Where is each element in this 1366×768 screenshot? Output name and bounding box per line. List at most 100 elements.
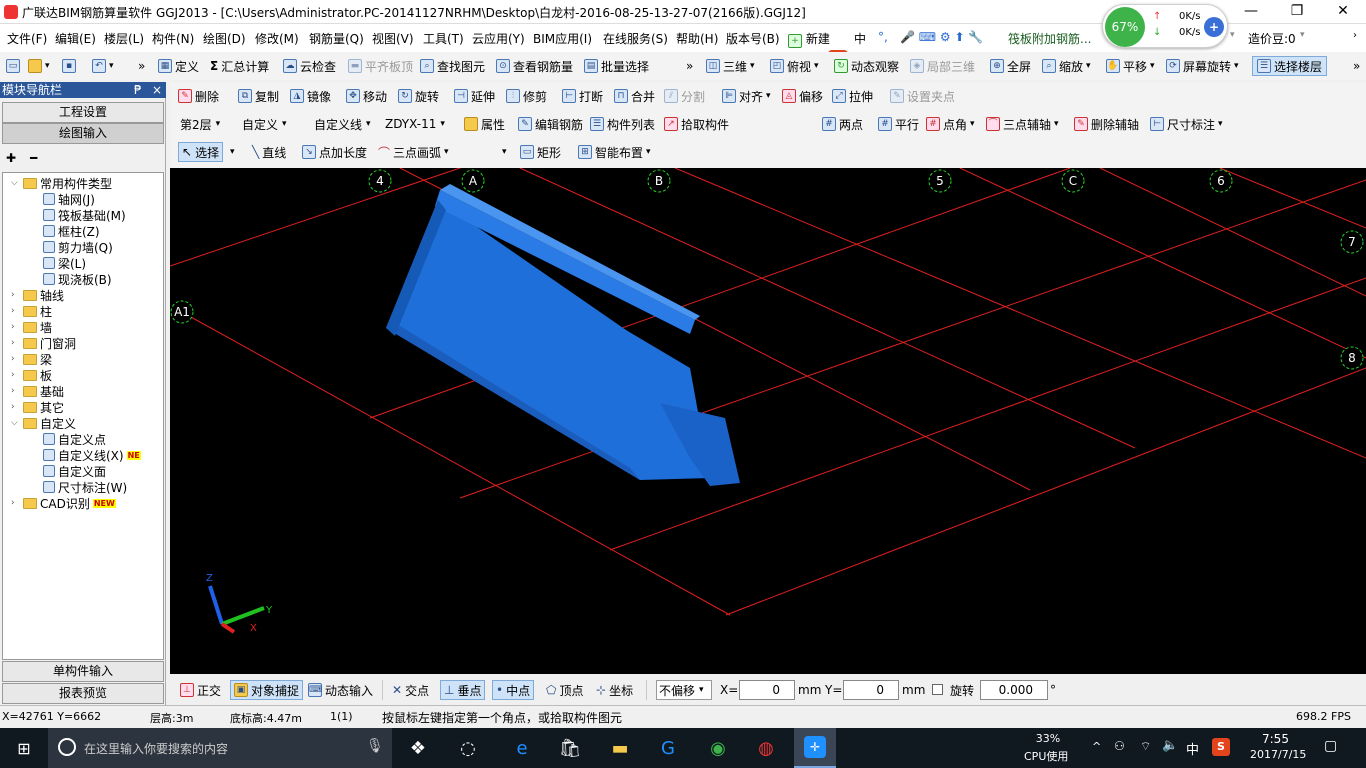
- tree-node[interactable]: 轴网(J): [43, 191, 95, 207]
- open-file-icon[interactable]: ▾: [28, 56, 50, 76]
- three-point-arc-button[interactable]: ⌒ 三点画弧 ▾: [378, 142, 449, 162]
- expand-toggle-icon[interactable]: ›: [11, 354, 20, 364]
- pan-button[interactable]: ✋ 平移 ▾: [1106, 56, 1155, 76]
- ortho-button[interactable]: ⊥ 正交: [180, 680, 221, 700]
- menu-floor[interactable]: 楼层(L): [104, 30, 144, 47]
- promo-link[interactable]: 筏板附加钢筋...: [1008, 30, 1091, 47]
- find-element-button[interactable]: ⌕ 查找图元: [420, 56, 485, 76]
- element-select[interactable]: ZDYX-11: [385, 114, 445, 134]
- coordinate-snap-button[interactable]: ⊹ 坐标: [596, 680, 633, 700]
- tree-node[interactable]: › 板: [11, 367, 52, 383]
- edge-browser-icon[interactable]: e: [506, 734, 538, 762]
- fullscreen-button[interactable]: ⊕ 全屏: [990, 56, 1031, 76]
- trim-button[interactable]: ⫶ 修剪: [506, 86, 547, 106]
- cloud-check-button[interactable]: ☁ 云检查: [283, 56, 336, 76]
- undo-icon[interactable]: ↶ ▾: [92, 56, 114, 76]
- ime-lang[interactable]: 中: [854, 30, 866, 47]
- menu-component[interactable]: 构件(N): [152, 30, 194, 47]
- set-grip-button[interactable]: ✎ 设置夹点: [890, 86, 955, 106]
- tree-node[interactable]: › 梁: [11, 351, 52, 367]
- microphone-icon[interactable]: 🎙: [366, 738, 384, 754]
- windows-start-icon[interactable]: ⊞: [8, 734, 40, 762]
- people-icon[interactable]: ⚇: [1114, 739, 1125, 753]
- midpoint-snap-button[interactable]: • 中点: [492, 680, 535, 700]
- menu-tools[interactable]: 工具(T): [423, 30, 464, 47]
- align-button[interactable]: ⊫ 对齐 ▾: [722, 86, 771, 106]
- tree-node[interactable]: 剪力墙(Q): [43, 239, 113, 255]
- two-point-axis-button[interactable]: # 两点: [822, 114, 863, 134]
- pick-component-button[interactable]: ↗ 拾取构件: [664, 114, 729, 134]
- batch-select-button[interactable]: ▤ 批量选择: [584, 56, 649, 76]
- tree-node[interactable]: › 轴线: [11, 287, 64, 303]
- object-snap-button[interactable]: ▣ 对象捕捉: [230, 680, 304, 700]
- ime-punct[interactable]: °,: [878, 30, 888, 44]
- expand-toggle-icon[interactable]: ›: [11, 290, 20, 300]
- delete-button[interactable]: ✎ 删除: [178, 86, 219, 106]
- select-floor-button[interactable]: ☰ 选择楼层: [1252, 56, 1328, 76]
- report-preview-button[interactable]: 报表预览: [2, 683, 164, 704]
- tree-node[interactable]: › 其它: [11, 399, 64, 415]
- copy-button[interactable]: ⧉ 复制: [238, 86, 279, 106]
- offset-mode-select[interactable]: 不偏移: [656, 680, 712, 700]
- tray-chevron-icon[interactable]: ^: [1092, 740, 1101, 753]
- properties-button[interactable]: 属性: [464, 114, 505, 134]
- expand-toggle-icon[interactable]: ›: [11, 306, 20, 316]
- volume-icon[interactable]: 🔈: [1162, 738, 1178, 753]
- delete-aux-axis-button[interactable]: ✎ 删除辅轴: [1074, 114, 1139, 134]
- expand-all-icon[interactable]: ✚: [6, 151, 16, 165]
- parallel-axis-button[interactable]: # 平行: [878, 114, 919, 134]
- tree-node[interactable]: › 基础: [11, 383, 64, 399]
- three-point-axis-button[interactable]: ⌒ 三点辅轴 ▾: [986, 114, 1059, 134]
- mirror-button[interactable]: ◮ 镜像: [290, 86, 331, 106]
- dropdown-arrow-icon[interactable]: ▾: [1230, 30, 1235, 40]
- menu-cloud[interactable]: 云应用(Y): [472, 30, 525, 47]
- split-button[interactable]: ⫽ 分割: [664, 86, 705, 106]
- menu-new[interactable]: + 新建: [788, 30, 830, 48]
- define-button[interactable]: ▦ 定义: [158, 56, 199, 76]
- expand-toggle-icon[interactable]: ›: [11, 322, 20, 332]
- floor-select[interactable]: 第2层: [180, 114, 220, 134]
- rotate-button[interactable]: ↻ 旋转: [398, 86, 439, 106]
- collapse-all-icon[interactable]: ━: [30, 151, 37, 165]
- rotate-checkbox[interactable]: [932, 684, 943, 695]
- close-button[interactable]: ✕: [1320, 0, 1366, 24]
- expand-toggle-icon[interactable]: ›: [11, 338, 20, 348]
- tree-node[interactable]: 现浇板(B): [43, 271, 112, 287]
- tree-node[interactable]: › 墙: [11, 319, 52, 335]
- tree-node[interactable]: ⌵ 常用构件类型: [11, 175, 112, 191]
- cortana-app-icon[interactable]: ◌: [452, 734, 484, 762]
- minimize-button[interactable]: —: [1228, 0, 1274, 24]
- glodon-app-icon[interactable]: G: [652, 734, 684, 762]
- perpendicular-snap-button[interactable]: ⊥ 垂点: [440, 680, 486, 700]
- chevron-right-icon[interactable]: ›: [1353, 30, 1357, 41]
- ime-tools-icon[interactable]: 🎤 ⌨ ⚙ ⬆ 🔧: [900, 30, 983, 44]
- pin-icon[interactable]: ₱: [134, 82, 142, 98]
- tree-node[interactable]: 自定义线(X) NE: [43, 447, 141, 463]
- expand-toggle-icon[interactable]: ⌵: [11, 418, 20, 428]
- notification-icon[interactable]: ▢: [1324, 738, 1337, 754]
- network-icon[interactable]: ⌔: [1140, 739, 1151, 754]
- dynamic-input-button[interactable]: ⌨ 动态输入: [308, 680, 373, 700]
- net-speed-widget[interactable]: 67% ↑ 0K/s ↓ 0K/s +: [1102, 4, 1228, 48]
- local-3d-button[interactable]: ◈ 局部三维: [910, 56, 975, 76]
- tree-node[interactable]: 框柱(Z): [43, 223, 100, 239]
- red-app-icon[interactable]: ◍: [750, 734, 782, 762]
- menu-version[interactable]: 版本号(B): [726, 30, 780, 47]
- rectangle-button[interactable]: ▭ 矩形: [520, 142, 561, 162]
- merge-button[interactable]: ⊓ 合并: [614, 86, 655, 106]
- menu-file[interactable]: 文件(F): [7, 30, 47, 47]
- line-tool-button[interactable]: ╲ 直线: [252, 142, 286, 162]
- tree-node[interactable]: 自定义面: [43, 463, 106, 479]
- x-input[interactable]: 0: [739, 680, 795, 700]
- move-button[interactable]: ✥ 移动: [346, 86, 387, 106]
- 3d-viewport[interactable]: 4 A B 5 C 6 7 8 A1 Z Y X: [170, 168, 1366, 674]
- 3d-view-button[interactable]: ◫ 三维 ▾: [706, 56, 755, 76]
- menu-draw[interactable]: 绘图(D): [203, 30, 246, 47]
- expand-toggle-icon[interactable]: ›: [11, 386, 20, 396]
- custom-line-element[interactable]: [386, 184, 740, 486]
- menu-view[interactable]: 视图(V): [372, 30, 414, 47]
- offset-button[interactable]: ◬ 偏移: [782, 86, 823, 106]
- expand-toggle-icon[interactable]: ⌵: [11, 178, 20, 188]
- tree-node[interactable]: 梁(L): [43, 255, 86, 271]
- more-icon[interactable]: »: [686, 56, 693, 76]
